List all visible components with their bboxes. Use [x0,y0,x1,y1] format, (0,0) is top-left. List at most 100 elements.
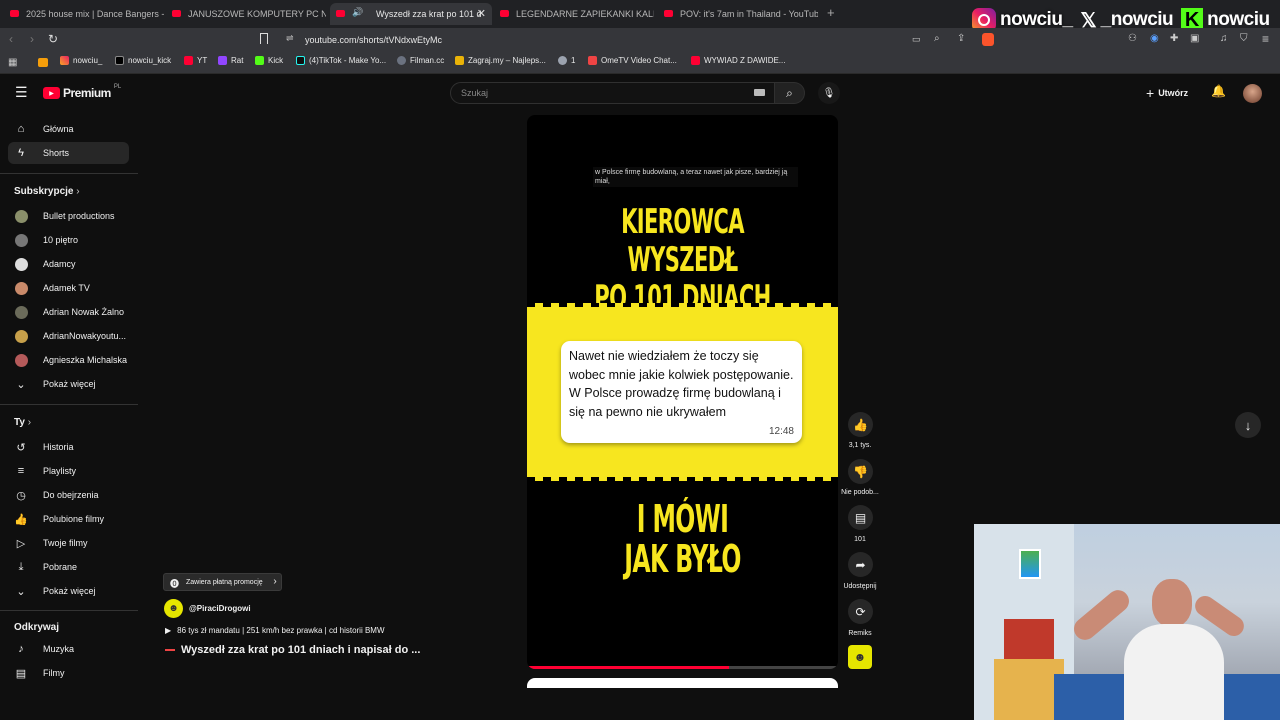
next-short-button[interactable]: ↓ [1235,412,1261,438]
sidebar-item-label: Adrian Nowak Żalno [43,307,125,317]
avatar[interactable] [1243,84,1262,103]
bell-icon[interactable]: 🔔 [1211,84,1226,98]
new-tab-button[interactable]: + [827,5,835,20]
bookmark-item[interactable]: WYWIAD Z DAWIDE... [691,56,785,65]
sidebar-item-subscription[interactable]: Bullet productions [8,205,129,227]
hamburger-menu-icon[interactable]: ☰ [15,84,28,101]
browser-tab[interactable]: JANUSZOWE KOMPUTERY PC Niem [166,3,326,25]
browser-tab[interactable]: POV: it's 7am in Thailand - YouTube [658,3,818,25]
youtube-favicon-icon [664,10,673,17]
dislike-button[interactable]: 👎 [848,459,873,484]
next-short-preview[interactable] [527,678,838,688]
sidebar-item-watch-later[interactable]: ◷ Do obejrzenia [8,484,129,506]
browser-tab-active[interactable]: 🔊 Wyszedł zza krat po 101 d ✕ [330,3,492,25]
sidebar-item-label: 10 piętro [43,235,79,245]
keyboard-icon[interactable] [754,89,765,96]
short-video-player[interactable]: w Polsce firmę budowlaną, a teraz nawet … [527,115,838,669]
reload-icon[interactable]: ↻ [48,32,58,46]
bookmark-item[interactable]: OmeTV Video Chat... [588,56,677,65]
sidebar-item-movies[interactable]: ▤ Filmy [8,662,129,684]
music-icon[interactable]: ♫ [1220,33,1228,44]
speaker-icon[interactable]: 🔊 [352,7,363,18]
sidebar-item-subscription[interactable]: Adamcy [8,253,129,275]
folder-icon[interactable] [38,58,48,67]
music-title: 86 tys zł mandatu | 251 km/h bez prawka … [177,626,385,635]
sound-thumbnail[interactable]: ☻ [848,645,872,669]
extension-icon[interactable]: ◉ [1150,33,1159,44]
sidebar-toggle-icon[interactable]: ▣ [1190,33,1199,44]
share-page-icon[interactable]: ⇪ [957,33,965,44]
sidebar-show-more-subs[interactable]: ⌄ Pokaż więcej [8,373,129,395]
bookmark-item[interactable]: YT [184,56,207,65]
vpn-shield-icon[interactable]: ⛉ [1240,33,1248,44]
sidebar-item-subscription[interactable]: Adrian Nowak Żalno [8,301,129,323]
chevron-right-icon: › [76,186,80,197]
search-input[interactable]: Szukaj [450,82,775,104]
bookmark-item[interactable]: nowciu_kick [115,56,171,65]
subscriptions-heading[interactable]: Subskrypcje › [14,186,80,197]
webcam-overlay [974,524,1280,720]
sidebar-item-label: AdrianNowakyoutu... [43,331,127,341]
create-label: Utwórz [1158,88,1189,98]
sidebar-item-subscription[interactable]: Agnieszka Michalska [8,349,129,371]
sidebar-item-music[interactable]: ♪ Muzyka [8,638,129,660]
like-button[interactable]: 👍 [848,412,873,437]
chevron-down-icon: ⌄ [16,378,26,391]
bookmark-item[interactable]: Rat [218,56,243,65]
cast-icon[interactable]: ▭ [912,34,921,45]
bookmark-item[interactable]: Filman.cc [397,56,444,65]
bookmark-page-icon[interactable] [260,33,268,44]
sidebar-item-subscription[interactable]: AdrianNowakyoutu... [8,325,129,347]
paid-promotion-badge[interactable]: ⓿ Zawiera płatną promocję › [163,573,282,591]
sidebar-item-label: Filmy [43,668,65,678]
bookmark-item[interactable]: Zagraj.my – Najleps... [455,56,546,65]
instagram-icon [60,56,69,65]
menu-icon[interactable]: ≡ [1262,32,1269,46]
bookmark-item[interactable]: nowciu_ [60,56,102,65]
puzzle-icon[interactable]: ✚ [1170,33,1178,44]
sidebar-item-shorts[interactable]: ϟ Shorts [8,142,129,164]
sidebar-item-subscription[interactable]: 10 piętro [8,229,129,251]
film-icon: ▤ [15,667,27,680]
channel-name: @PiraciDrogowi [189,604,251,613]
sidebar-item-your-videos[interactable]: ▷ Twoje filmy [8,532,129,554]
youtube-favicon-icon [500,10,509,17]
sidebar-item-home[interactable]: ⌂ Główna [8,118,129,140]
you-heading[interactable]: Ty › [14,417,31,428]
remix-button[interactable]: ⟳ [848,599,873,624]
apps-grid-icon[interactable]: ▦ [8,57,17,68]
sidebar-item-subscription[interactable]: Adamek TV [8,277,129,299]
close-tab-icon[interactable]: ✕ [477,7,486,20]
short-title-row[interactable]: Wyszedł zza krat po 101 dniach i napisał… [165,644,420,656]
youtube-premium-logo[interactable]: ▶ Premium PL [43,84,121,100]
extension-icon[interactable]: ⚇ [1128,33,1137,44]
address-bar[interactable]: youtube.com/shorts/tVNdxwEtyMc [305,35,442,45]
sidebar-show-more-you[interactable]: ⌄ Pokaż więcej [8,580,129,602]
site-info-icon[interactable]: ⇌ [286,33,294,44]
sidebar-item-playlists[interactable]: ≡ Playlisty [8,460,129,482]
sidebar-item-liked[interactable]: 👍 Polubione filmy [8,508,129,530]
progress-bar[interactable] [527,666,838,669]
voice-search-button[interactable]: 🎙 [818,82,840,104]
bookmark-item[interactable]: 1 [558,56,575,65]
back-icon[interactable]: ‹ [9,32,13,46]
bookmark-item[interactable]: Kick [255,56,283,65]
thumb-up-icon: 👍 [853,417,868,432]
channel-row[interactable]: ☻ @PiraciDrogowi [164,599,251,618]
game-icon [455,56,464,65]
brave-shield-icon[interactable] [982,33,994,46]
forward-icon[interactable]: › [30,32,34,46]
music-row[interactable]: ▶ 86 tys zł mandatu | 251 km/h bez prawk… [165,626,385,635]
search-button[interactable]: ⌕ [775,82,805,104]
browser-tab[interactable]: 2025 house mix | Dance Bangers - Yo [4,3,164,25]
browser-tab[interactable]: LEGENDARNE ZAPIEKANKI KALISKA [494,3,654,25]
sidebar-item-downloads[interactable]: ⤓ Pobrane [8,556,129,578]
create-button[interactable]: + Utwórz [1146,85,1188,101]
zoom-icon[interactable]: ⌕ [934,33,940,44]
sidebar-item-history[interactable]: ↺ Historia [8,436,129,458]
comments-button[interactable]: ▤ [848,505,873,530]
chevron-right-icon: › [273,576,277,587]
share-button[interactable]: ➦ [848,552,873,577]
dislike-label: Nie podob... [841,489,879,496]
bookmark-item[interactable]: (4)TikTok - Make Yo... [296,56,386,65]
